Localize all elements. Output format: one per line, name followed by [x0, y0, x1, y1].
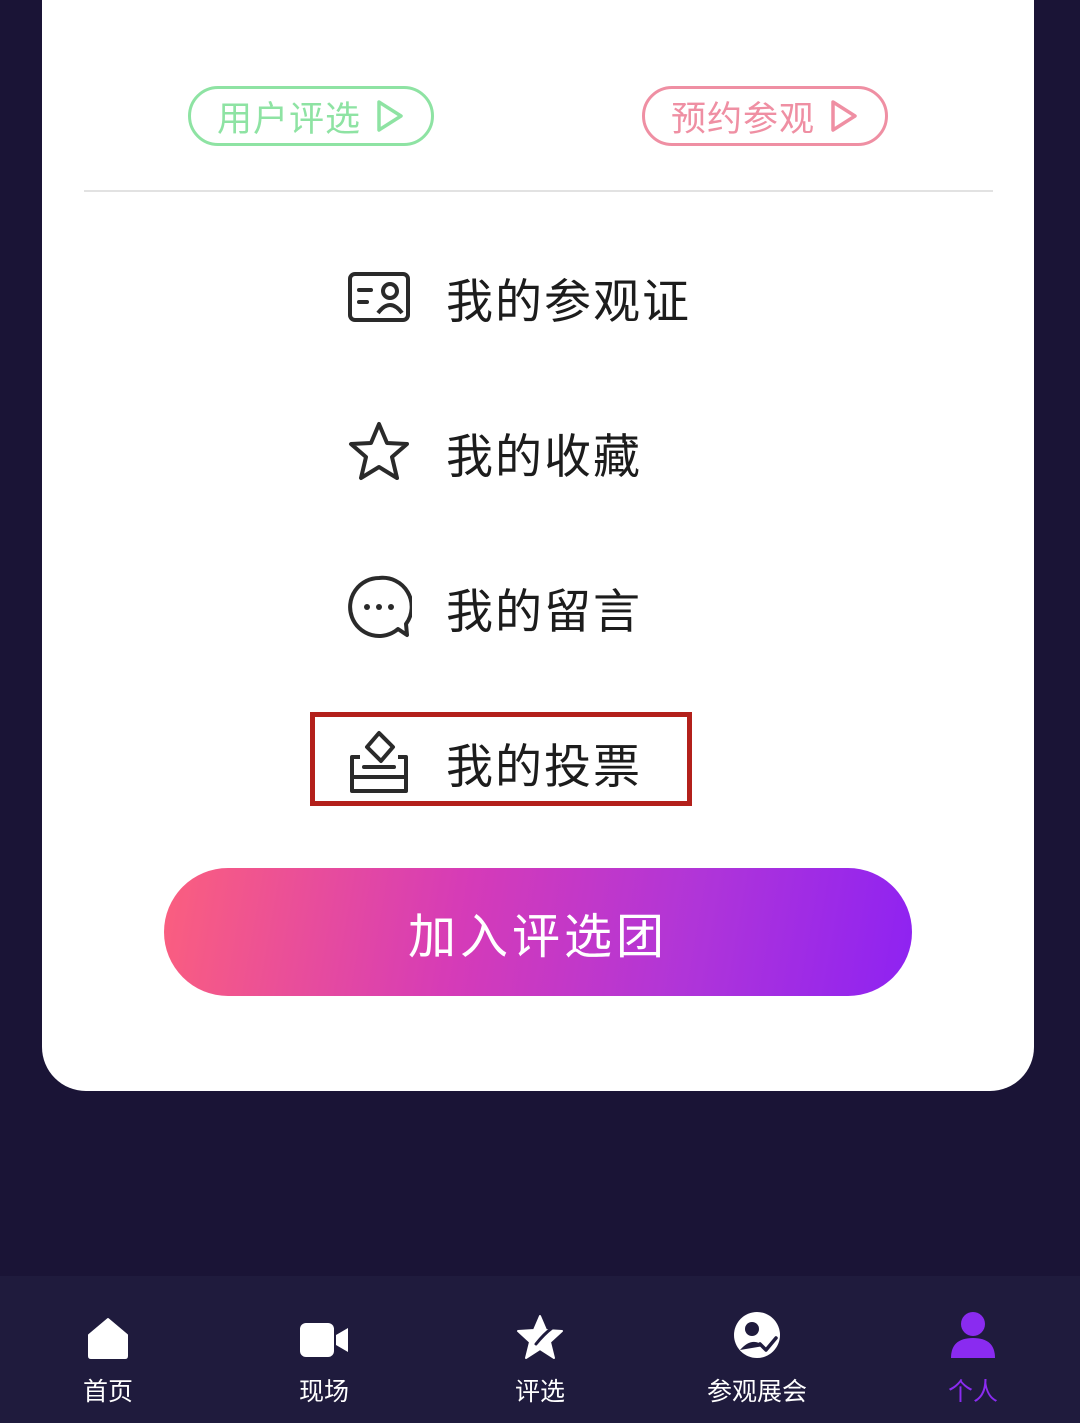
- id-card-icon: [346, 264, 412, 330]
- user-vote-label: 用户评选: [216, 99, 361, 140]
- book-visit-label: 预约参观: [670, 99, 815, 140]
- vote-star-icon: [516, 1306, 564, 1360]
- play-triangle-icon: [377, 100, 403, 132]
- tab-label: 个人: [947, 1377, 998, 1406]
- tab-label: 参观展会: [706, 1377, 807, 1406]
- tab-label: 首页: [82, 1377, 133, 1406]
- tab-home[interactable]: 首页: [33, 1306, 183, 1416]
- book-visit-button[interactable]: 预约参观: [642, 86, 888, 146]
- divider: [84, 190, 993, 192]
- highlight-box: [310, 712, 692, 806]
- tab-visit[interactable]: 参观展会: [682, 1306, 832, 1416]
- menu-item-label: 我的参观证: [446, 274, 691, 330]
- user-vote-button[interactable]: 用户评选: [188, 86, 434, 146]
- tab-profile[interactable]: 个人: [898, 1306, 1048, 1416]
- video-camera-icon: [298, 1306, 350, 1360]
- profile-card: 用户评选 预约参观 我的参观证 我的收藏 我的留言 我的投票 加入评选团: [42, 0, 1034, 1091]
- star-icon: [346, 419, 412, 485]
- menu-item-label: 我的收藏: [446, 429, 642, 485]
- bottom-tab-bar: 首页 现场 评选 参观展会 个人: [0, 1276, 1080, 1423]
- chat-bubble-icon: [346, 574, 412, 640]
- menu-item-label: 我的留言: [446, 584, 642, 640]
- home-icon: [86, 1306, 130, 1360]
- join-jury-label: 加入评选团: [407, 909, 668, 965]
- play-triangle-icon: [831, 100, 857, 132]
- tab-label: 评选: [514, 1377, 565, 1406]
- menu-item-pass[interactable]: 我的参观证: [346, 257, 691, 337]
- tab-live[interactable]: 现场: [249, 1306, 399, 1416]
- tab-vote[interactable]: 评选: [465, 1306, 615, 1416]
- menu-item-comments[interactable]: 我的留言: [346, 567, 642, 647]
- tab-label: 现场: [298, 1377, 349, 1406]
- visit-check-icon: [732, 1306, 782, 1360]
- person-icon: [948, 1306, 998, 1360]
- menu-item-favorites[interactable]: 我的收藏: [346, 412, 642, 492]
- join-jury-button[interactable]: 加入评选团: [164, 868, 912, 996]
